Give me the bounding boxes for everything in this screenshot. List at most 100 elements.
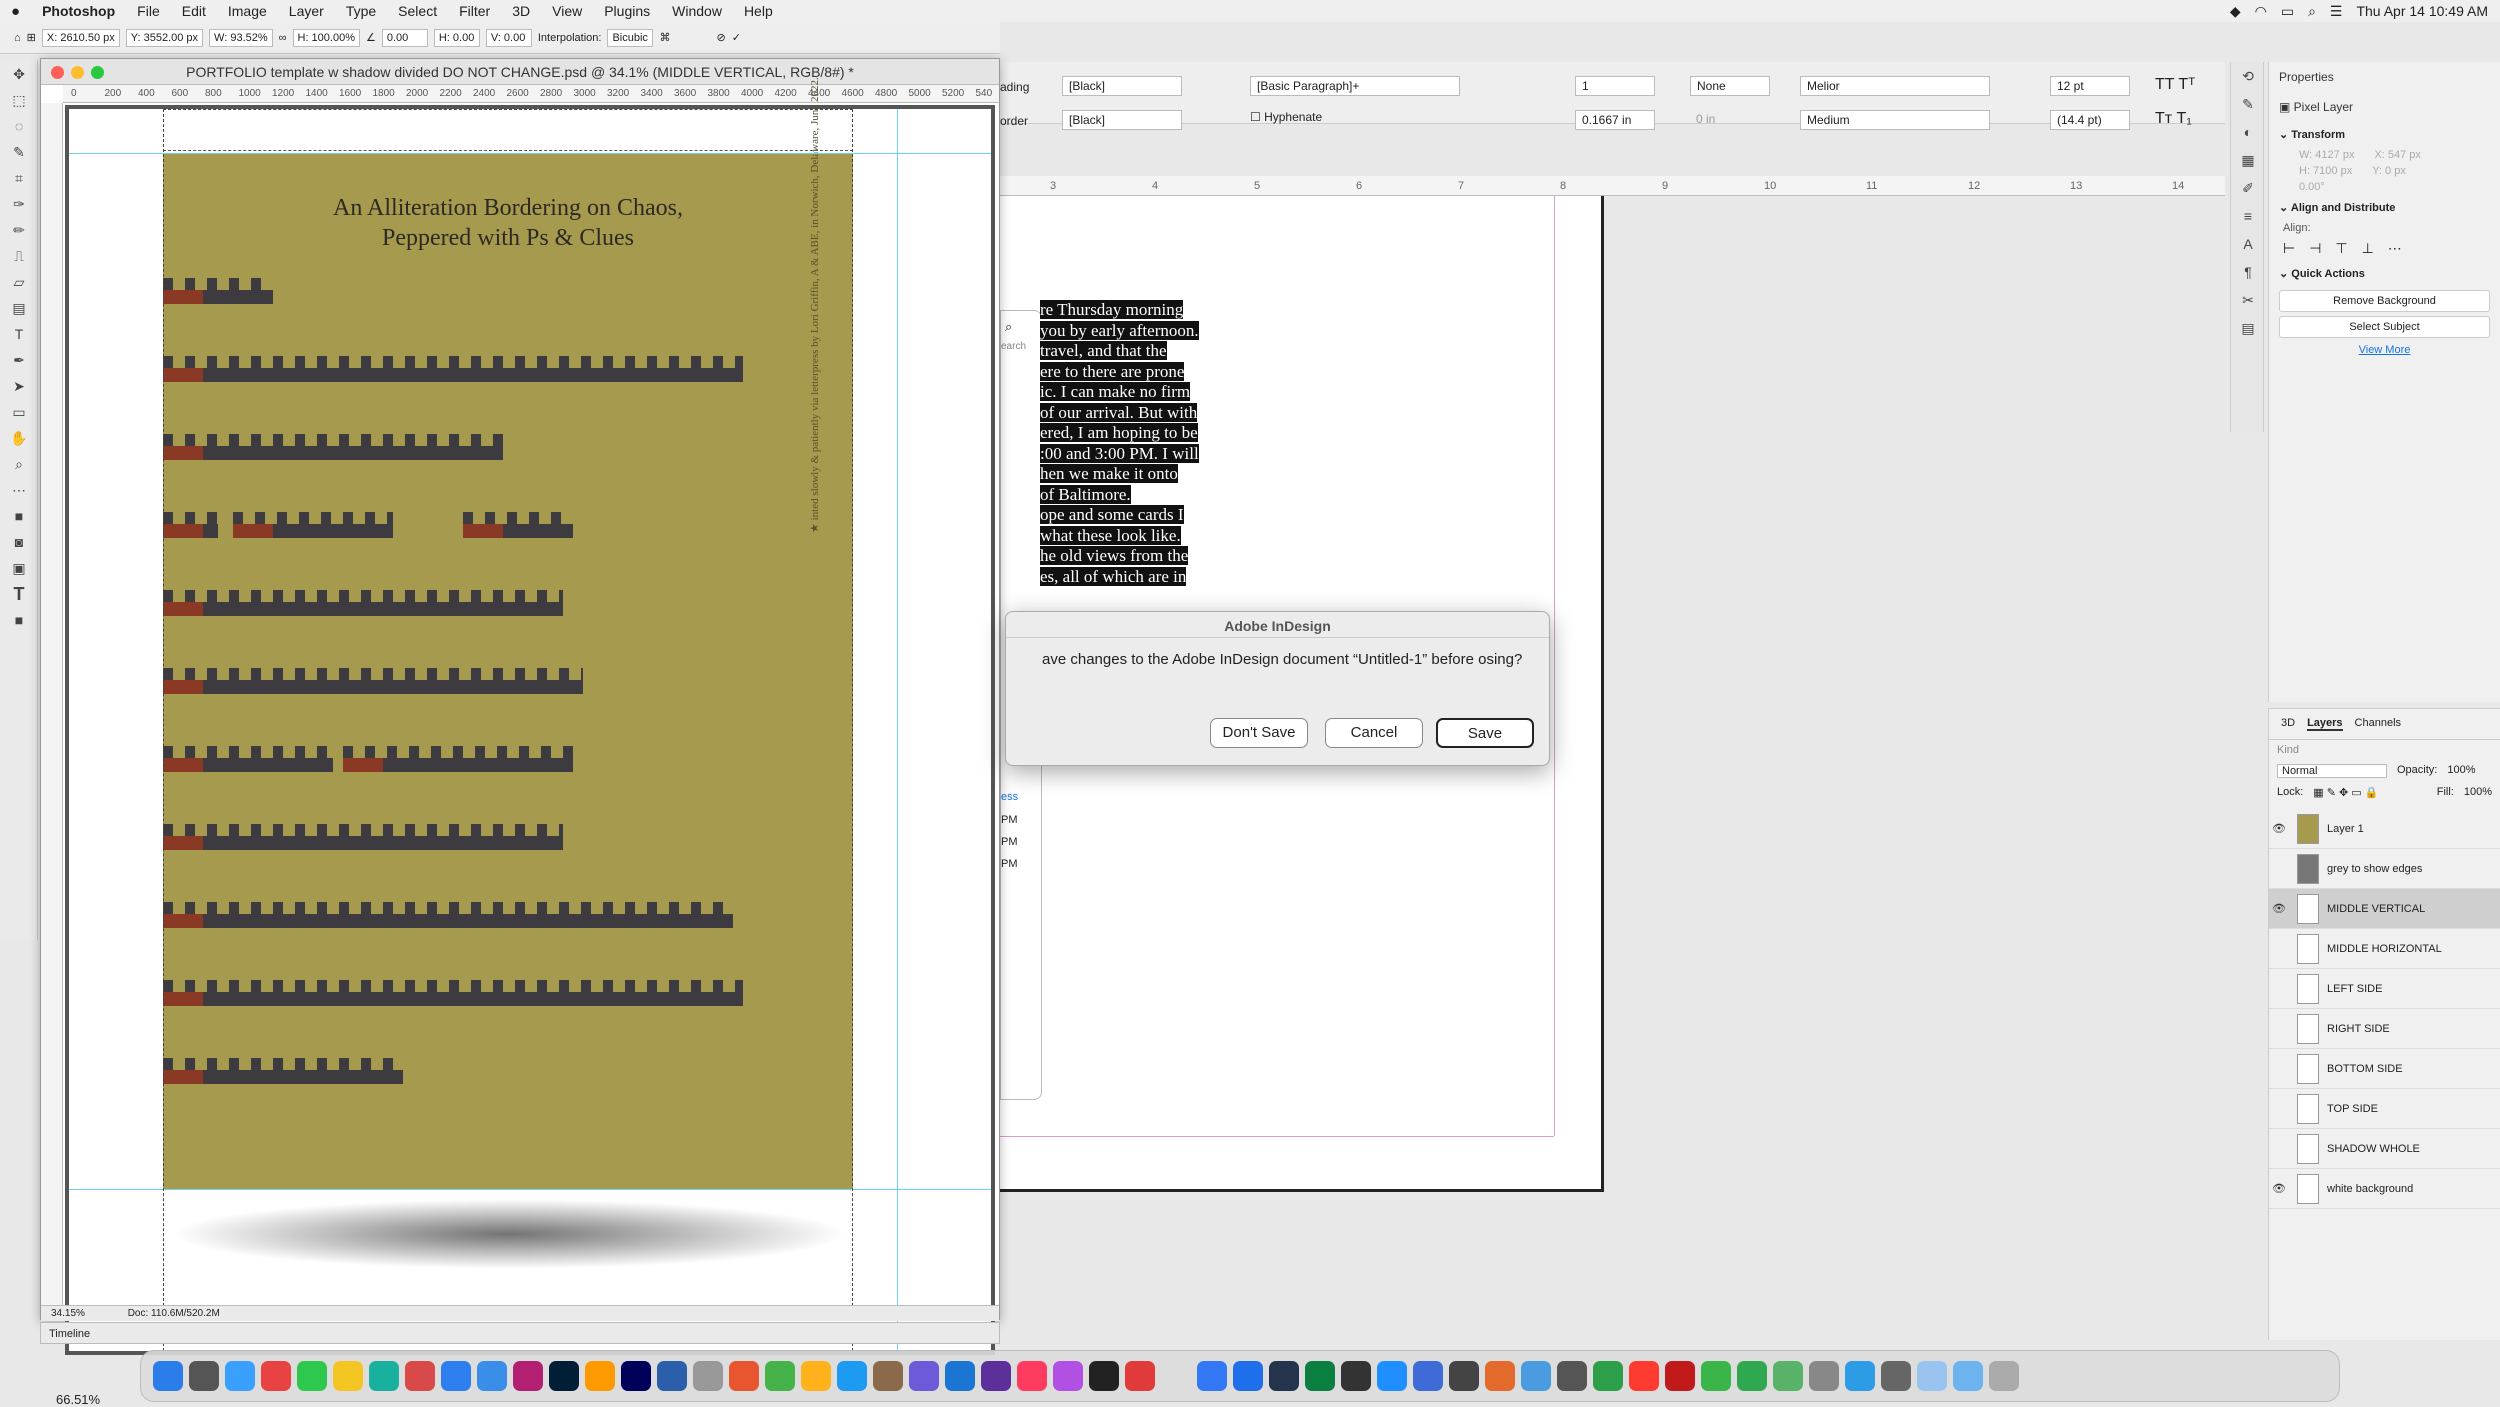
visibility-eye-icon[interactable]: 👁 [2269,1182,2289,1195]
height-field[interactable]: H: 7100 px [2299,165,2352,177]
horizontal-ruler[interactable]: 0 200 400 600 800 1000 1200 1400 1600 1800 2000 220… [63,85,999,103]
opacity-field[interactable]: 100% [2447,764,2475,778]
interp-select[interactable]: Bicubic [607,28,654,47]
select-subject-button[interactable]: Select Subject [2279,316,2490,338]
sliders-icon[interactable]: ≡ [2237,208,2259,230]
font-style-select[interactable]: Medium [1800,110,1990,130]
canvas[interactable]: An Alliteration Bordering on Chaos, Pepp… [65,77,995,1355]
dock-app-icon[interactable] [369,1361,399,1391]
save-button[interactable]: Save [1436,718,1534,748]
align-buttons[interactable]: ⊢⊣⊤⊥⋯ [2269,236,2500,261]
span-select[interactable]: None [1690,76,1770,96]
dock-app-icon[interactable] [729,1361,759,1391]
document-title-bar[interactable]: PORTFOLIO template w shadow divided DO N… [41,59,999,85]
dock-app-icon[interactable] [765,1361,795,1391]
guide-right[interactable] [897,109,898,1351]
marquee-tool-icon[interactable]: ⬚ [6,88,32,112]
layer-row[interactable]: MIDDLE HORIZONTAL [2269,929,2500,969]
home-icon[interactable]: ⌂ [14,32,21,44]
dock-app-icon[interactable] [1521,1361,1551,1391]
angle-field[interactable]: 0.00° [2269,179,2500,195]
menu-window[interactable]: Window [661,3,733,19]
gutter-field[interactable]: 0.1667 in [1575,110,1655,130]
minimize-button[interactable] [71,66,84,79]
dock-app-icon[interactable] [1125,1361,1155,1391]
type-tool-icon[interactable]: T [6,322,32,346]
dock-app-icon[interactable] [1197,1361,1227,1391]
dock-app-icon[interactable] [837,1361,867,1391]
angle-field[interactable]: 0.00 [381,28,428,47]
vskew-field[interactable]: V: 0.00 [485,28,532,47]
dock-app-icon[interactable] [981,1361,1011,1391]
tab-channels[interactable]: Channels [2355,717,2401,731]
dock-app-icon[interactable] [1557,1361,1587,1391]
layer-row[interactable]: 👁 white background [2269,1169,2500,1209]
dock-app-icon[interactable] [801,1361,831,1391]
menu-image[interactable]: Image [217,3,278,19]
menu-type[interactable]: Type [335,3,387,19]
dock-app-icon[interactable] [1737,1361,1767,1391]
dock-app-icon[interactable] [549,1361,579,1391]
transform-section[interactable]: ⌄ Transform [2269,122,2500,147]
menu-filter[interactable]: Filter [448,3,501,19]
dropbox-icon[interactable]: ◆ [2230,3,2241,20]
layer-row[interactable]: RIGHT SIDE [2269,1009,2500,1049]
apple-icon[interactable]: ● [0,3,31,20]
search-icon[interactable]: ⌕ [1005,319,1012,335]
menu-view[interactable]: View [541,3,593,19]
vertical-ruler[interactable] [41,103,63,1313]
dock-app-icon[interactable] [441,1361,471,1391]
dock-app-icon[interactable] [153,1361,183,1391]
dock-app-icon[interactable] [513,1361,543,1391]
align-section[interactable]: ⌄ Align and Distribute [2269,195,2500,220]
w-field[interactable]: W: 93.52% [209,28,273,47]
dock-app-icon[interactable] [945,1361,975,1391]
dock-app-icon[interactable] [1305,1361,1335,1391]
dock-app-icon[interactable] [1665,1361,1695,1391]
dock-app-icon[interactable] [477,1361,507,1391]
dock-app-icon[interactable] [1629,1361,1659,1391]
layer-row[interactable]: BOTTOM SIDE [2269,1049,2500,1089]
path-select-icon[interactable]: ➤ [6,374,32,398]
dock-app-icon[interactable] [1089,1361,1119,1391]
adjustments-icon[interactable]: ◐ [2237,124,2259,146]
zoom-tool-icon[interactable]: ⌕ [6,452,32,476]
paint-icon[interactable]: ✐ [2237,180,2259,202]
dock-app-icon[interactable] [1881,1361,1911,1391]
ref-point-icon[interactable]: ⊞ [27,31,36,44]
eyedropper-icon[interactable]: ✑ [6,192,32,216]
close-button[interactable] [51,66,64,79]
dock-app-icon[interactable] [657,1361,687,1391]
stamp-tool-icon[interactable]: ⎍ [6,244,32,268]
visibility-eye-icon[interactable]: 👁 [2269,902,2289,915]
search-icon[interactable]: ⌕ [2308,3,2316,20]
menu-plugins[interactable]: Plugins [593,3,661,19]
dock-app-icon[interactable] [1773,1361,1803,1391]
warp-icon[interactable]: ⌘ [659,31,670,44]
timeline-panel[interactable]: Timeline [40,1322,1000,1344]
dock-app-icon[interactable] [1917,1361,1947,1391]
quick-actions-section[interactable]: ⌄ Quick Actions [2269,261,2500,286]
quick-select-icon[interactable]: ✎ [6,140,32,164]
dock-app-icon[interactable] [1989,1361,2019,1391]
dock-app-icon[interactable] [1269,1361,1299,1391]
dock-app-icon[interactable] [1413,1361,1443,1391]
zoom-level[interactable]: 34.15% [51,1308,85,1319]
dock-app-icon[interactable] [1341,1361,1371,1391]
layer-row[interactable]: LEFT SIDE [2269,969,2500,1009]
link-icon[interactable]: ∞ [279,32,287,44]
inset-field[interactable]: 0 in [1690,110,1770,128]
visibility-eye-icon[interactable]: 👁 [2269,822,2289,835]
tools-icon[interactable]: ✂ [2237,292,2259,314]
layer-row[interactable]: 👁 Layer 1 [2269,809,2500,849]
eraser-tool-icon[interactable]: ▱ [6,270,32,294]
history-icon[interactable]: ⟲ [2237,68,2259,90]
dock-app-icon[interactable] [1377,1361,1407,1391]
hand-tool-icon[interactable]: ✋ [6,426,32,450]
guide-top[interactable] [69,153,991,154]
hyphenate-checkbox[interactable]: ☐ Hyphenate [1250,110,1322,124]
type-tool-active-icon[interactable]: T [6,582,32,606]
control-center-icon[interactable]: ☰ [2330,3,2343,20]
shape-tool-icon[interactable]: ▭ [6,400,32,424]
dock-app-icon[interactable] [225,1361,255,1391]
